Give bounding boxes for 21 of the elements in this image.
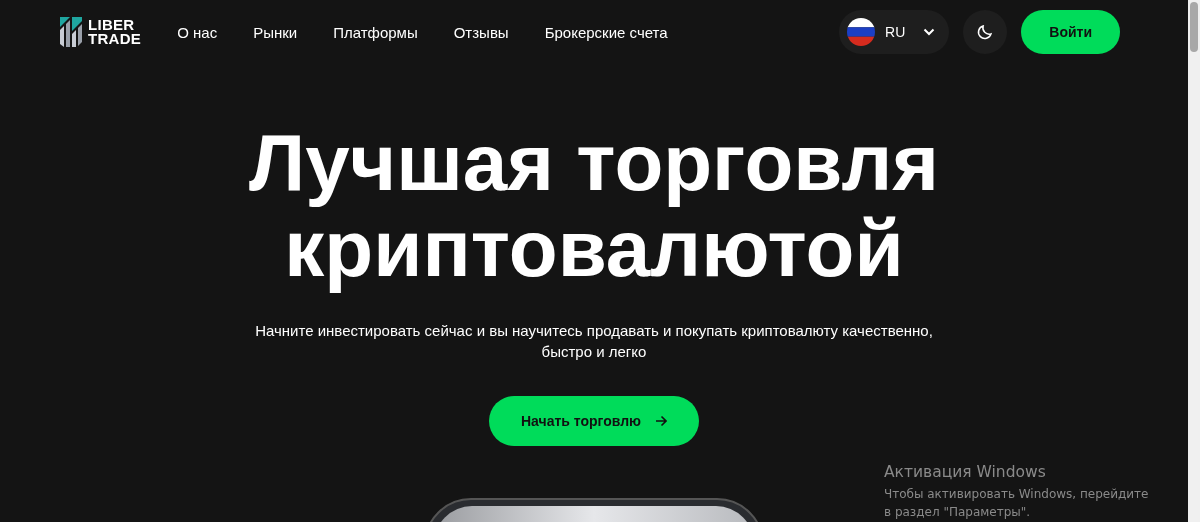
moon-icon — [976, 23, 995, 41]
activation-text: Чтобы активировать Windows, перейдите в раздел "Параметры". — [884, 486, 1150, 521]
scrollbar-thumb[interactable] — [1190, 2, 1198, 52]
activation-title: Активация Windows — [884, 463, 1047, 481]
start-trading-button[interactable]: Начать торговлю — [489, 396, 699, 446]
logo-icon — [60, 17, 82, 47]
scrollbar[interactable] — [1188, 0, 1200, 522]
hero-subtitle: Начните инвестировать сейчас и вы научитесь продавать и покупать криптовалюту качественно, быстро и легко — [254, 321, 934, 362]
arrow-right-icon — [655, 415, 668, 427]
flag-icon — [847, 18, 876, 46]
nav-link[interactable]: О нас — [177, 23, 218, 41]
language-selector[interactable]: RU — [839, 10, 950, 54]
login-button[interactable]: Войти — [1021, 10, 1120, 54]
theme-toggle-button[interactable] — [963, 10, 1008, 54]
logo-text: LIBER TRADE — [88, 18, 142, 46]
nav-link[interactable]: Рынки — [253, 23, 298, 41]
nav-link[interactable]: Отзывы — [453, 23, 509, 41]
chevron-down-icon — [923, 28, 936, 36]
hero-title: Лучшая торговля криптовалютой — [249, 120, 939, 292]
nav-link[interactable]: Брокерские счета — [544, 23, 668, 41]
nav-link[interactable]: Платформы — [333, 23, 418, 41]
